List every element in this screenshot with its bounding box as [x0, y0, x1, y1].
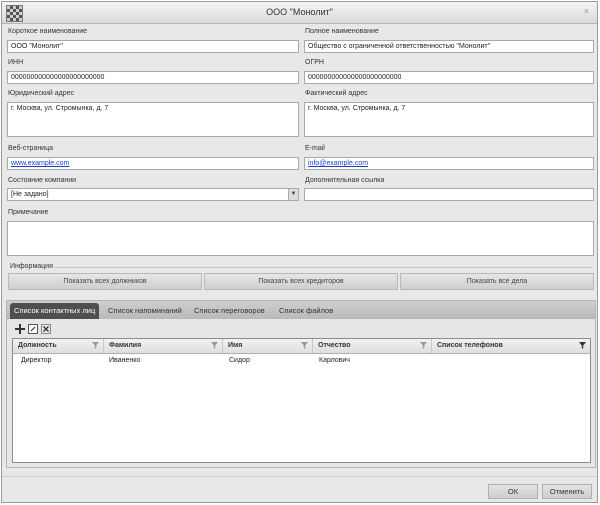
email-field[interactable]: info@example.com	[304, 157, 594, 170]
filter-icon[interactable]	[301, 342, 308, 349]
column-header-patronymic[interactable]: Отчество	[313, 339, 432, 353]
extra-link-field[interactable]	[304, 188, 594, 201]
ogrn-label: ОГРН	[305, 59, 324, 66]
filter-icon[interactable]	[579, 342, 586, 349]
column-label: Фамилия	[109, 342, 142, 349]
add-icon[interactable]	[15, 324, 25, 334]
show-creditors-button[interactable]: Показать всех кредиторов	[204, 273, 398, 290]
chevron-down-icon[interactable]: ▼	[288, 189, 298, 200]
contacts-table: Должность Фамилия Имя Отчество Список те…	[12, 338, 591, 463]
table-cell: Сидор	[229, 357, 250, 364]
info-divider	[54, 267, 593, 268]
company-state-label: Состояние компании	[8, 177, 77, 184]
company-state-select[interactable]: [Не задано] ▼	[7, 188, 299, 201]
close-icon[interactable]: ×	[584, 6, 589, 16]
short-name-label: Короткое наименование	[8, 28, 88, 35]
show-debtors-button[interactable]: Показать всех должников	[8, 273, 202, 290]
table-cell: Директор	[21, 357, 52, 364]
column-header-last-name[interactable]: Фамилия	[104, 339, 223, 353]
column-header-first-name[interactable]: Имя	[223, 339, 313, 353]
inn-label: ИНН	[8, 59, 24, 66]
ogrn-field[interactable]: 000000000000000000000000	[304, 71, 594, 84]
column-label: Список телефонов	[437, 342, 503, 349]
column-header-position[interactable]: Должность	[13, 339, 104, 353]
tab-strip: Список контактных лиц Список напоминаний…	[7, 301, 595, 319]
actual-address-field[interactable]: г. Москва, ул. Стромынка, д. 7	[304, 102, 594, 137]
note-field[interactable]	[7, 221, 594, 256]
filter-icon[interactable]	[92, 342, 99, 349]
full-name-label: Полное наименование	[305, 28, 379, 35]
extra-link-label: Дополнительная ссылка	[305, 177, 385, 184]
legal-address-label: Юридический адрес	[8, 90, 75, 97]
filter-icon[interactable]	[211, 342, 218, 349]
table-cell: Иваненко	[109, 357, 141, 364]
email-label: E-mail	[305, 145, 325, 152]
website-field[interactable]: www.example.com	[7, 157, 299, 170]
tab-reminders[interactable]: Список напоминаний	[104, 303, 186, 319]
company-state-value: [Не задано]	[11, 191, 49, 198]
table-cell: Карлович	[319, 357, 350, 364]
table-header: Должность Фамилия Имя Отчество Список те…	[13, 339, 590, 354]
column-label: Должность	[18, 342, 57, 349]
footer-divider	[2, 476, 597, 477]
window-title: ООО "Монолит"	[266, 7, 333, 17]
tabs-panel: Список контактных лиц Список напоминаний…	[6, 300, 596, 468]
column-label: Отчество	[318, 342, 351, 349]
actual-address-label: Фактический адрес	[305, 90, 368, 97]
tab-negotiations[interactable]: Список переговоров	[190, 303, 269, 319]
legal-address-field[interactable]: г. Москва, ул. Стромынка, д. 7	[7, 102, 299, 137]
title-bar[interactable]: ООО "Монолит" ×	[2, 2, 597, 24]
show-cases-button[interactable]: Показать все дела	[400, 273, 594, 290]
dialog-window: ООО "Монолит" × Короткое наименование ОО…	[1, 1, 598, 503]
column-label: Имя	[228, 342, 243, 349]
note-label: Примечание	[8, 209, 49, 216]
full-name-field[interactable]: Общество с ограниченной ответственностью…	[304, 40, 594, 53]
short-name-field[interactable]: ООО "Монолит"	[7, 40, 299, 53]
website-label: Веб-страница	[8, 145, 53, 152]
info-heading: Информация	[10, 263, 53, 270]
edit-icon[interactable]	[28, 324, 38, 334]
tab-contacts[interactable]: Список контактных лиц	[10, 303, 100, 319]
cancel-button[interactable]: Отменить	[542, 484, 592, 499]
column-header-phones[interactable]: Список телефонов	[432, 339, 590, 353]
delete-icon[interactable]	[41, 324, 51, 334]
inn-field[interactable]: 000000000000000000000000	[7, 71, 299, 84]
filter-icon[interactable]	[420, 342, 427, 349]
ok-button[interactable]: ОК	[488, 484, 538, 499]
tab-files[interactable]: Список файлов	[275, 303, 337, 319]
